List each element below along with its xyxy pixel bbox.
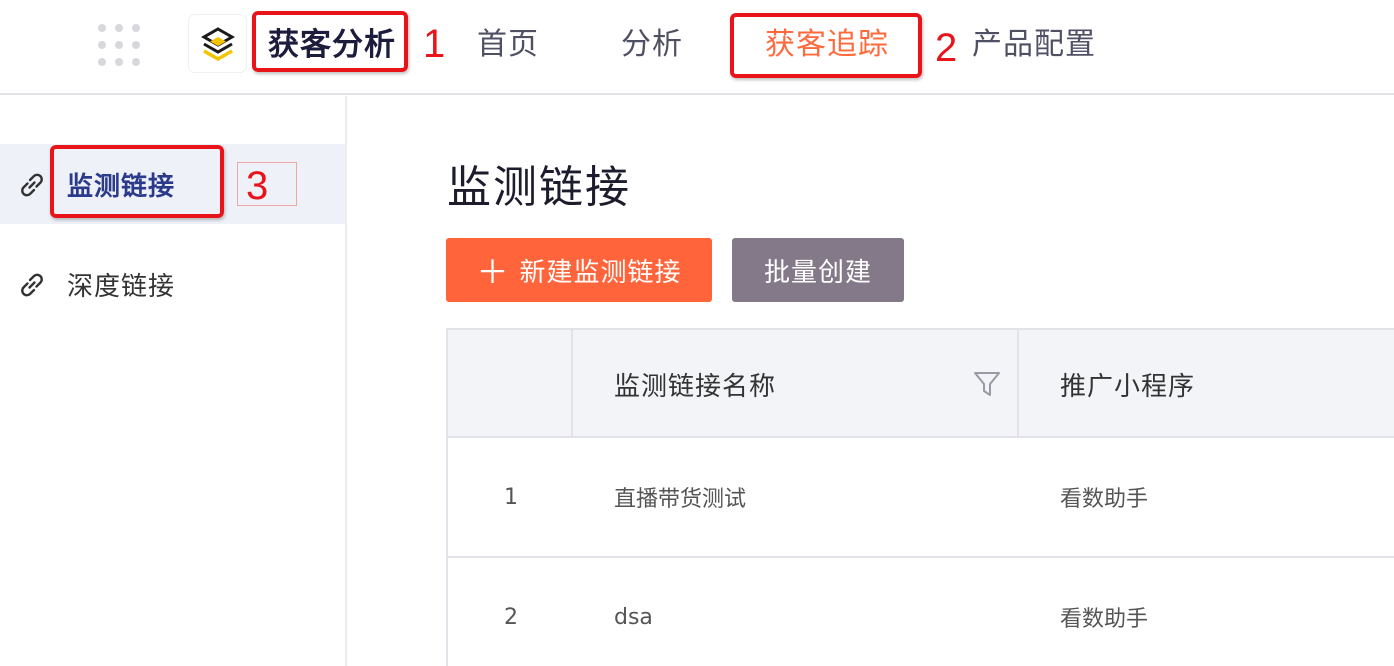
plus-icon: ＋	[476, 253, 510, 291]
nav-home[interactable]: 首页	[477, 24, 539, 66]
row-index: 2	[504, 604, 518, 630]
batch-create-button[interactable]: 批量创建	[732, 238, 904, 302]
new-monitor-link-label: 新建监测链接	[519, 257, 682, 288]
row-miniprogram: 看数助手	[1060, 607, 1149, 632]
sidebar: 监测链接 深度链接	[0, 96, 347, 666]
table-row[interactable]: 2 dsa 看数助手	[448, 558, 1394, 666]
column-header-index	[448, 330, 571, 438]
column-header-miniprogram: 推广小程序	[1060, 371, 1196, 402]
logo-icon	[200, 26, 235, 61]
table-header: 监测链接名称 推广小程序	[448, 330, 1394, 438]
nav-acquisition-tracking[interactable]: 获客追踪	[765, 24, 889, 66]
top-navigation-bar: 获客分析 首页 分析 获客追踪 产品配置	[0, 0, 1394, 95]
annotation-label-2: 2	[935, 26, 958, 70]
page-title: 监测链接	[447, 162, 631, 213]
nav-analysis[interactable]: 分析	[621, 24, 683, 66]
brand-title[interactable]: 获客分析	[268, 24, 396, 66]
annotation-label-1: 1	[423, 22, 446, 66]
row-miniprogram: 看数助手	[1060, 487, 1149, 512]
sidebar-item-label: 监测链接	[67, 171, 176, 202]
row-link-name: dsa	[614, 604, 653, 630]
column-divider	[1017, 330, 1019, 438]
column-header-link-name: 监测链接名称	[614, 371, 777, 402]
nav-product-config[interactable]: 产品配置	[972, 24, 1096, 66]
app-logo	[189, 15, 246, 72]
link-icon	[21, 273, 43, 297]
row-link-name: 直播带货测试	[614, 487, 747, 512]
link-icon	[21, 173, 43, 197]
new-monitor-link-button[interactable]: ＋ 新建监测链接	[446, 238, 712, 302]
app-launcher-icon[interactable]	[98, 24, 140, 66]
column-divider	[571, 330, 573, 438]
row-index: 1	[504, 484, 518, 510]
annotation-label-3: 3	[246, 164, 269, 208]
sidebar-item-deep-links[interactable]: 深度链接	[0, 244, 345, 324]
monitor-links-table: 监测链接名称 推广小程序 1 直播带货测试 看数助手 2 dsa 看数助手	[446, 328, 1394, 666]
filter-icon[interactable]	[973, 369, 1001, 399]
sidebar-item-label: 深度链接	[67, 271, 176, 302]
table-row[interactable]: 1 直播带货测试 看数助手	[448, 438, 1394, 558]
sidebar-item-monitor-links[interactable]: 监测链接	[0, 144, 345, 224]
